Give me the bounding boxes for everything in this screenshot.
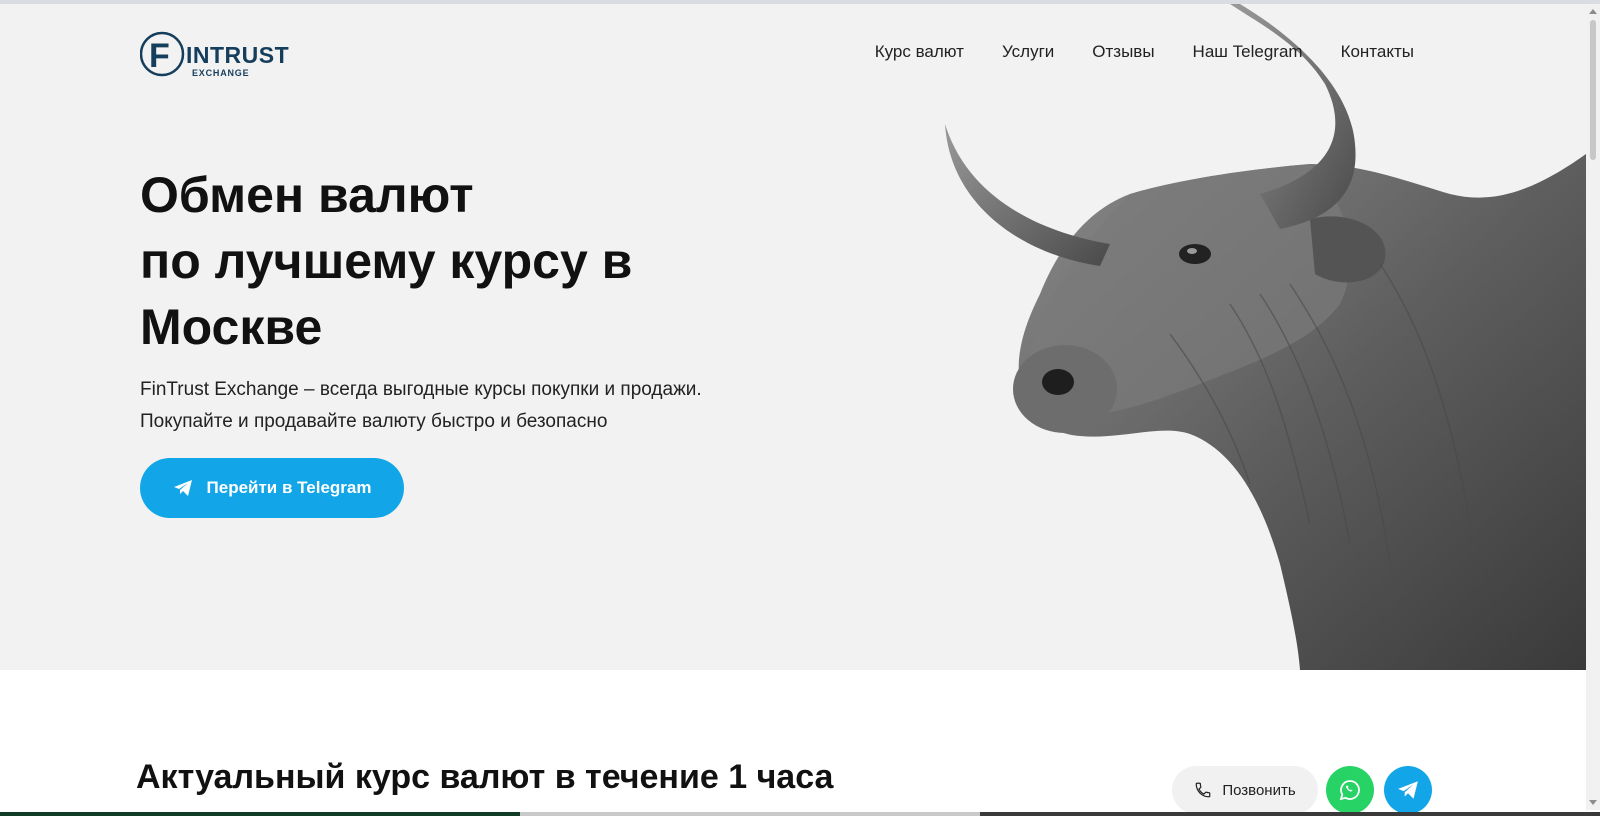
hero-title-line: по лучшему курсу в — [140, 233, 633, 289]
bull-image — [945, 4, 1586, 670]
nav-item-reviews[interactable]: Отзывы — [1092, 42, 1154, 62]
hero-title-line: Обмен валют — [140, 167, 474, 223]
call-button-label: Позвонить — [1222, 781, 1296, 799]
phone-icon — [1195, 782, 1211, 798]
telegram-icon — [1398, 781, 1418, 799]
scroll-up-arrow-icon[interactable] — [1589, 9, 1597, 14]
logo-emblem-icon: F — [140, 31, 185, 77]
taskbar-strip — [0, 812, 1600, 816]
whatsapp-button[interactable] — [1326, 766, 1374, 814]
hero-section: F INTRUST EXCHANGE Курс валют Услуги Отз… — [0, 4, 1586, 670]
hero-title-line: Москве — [140, 299, 323, 355]
telegram-cta-button[interactable]: Перейти в Telegram — [140, 458, 404, 518]
hero-description-line: Покупайте и продавайте валюту быстро и б… — [140, 411, 608, 432]
telegram-cta-label: Перейти в Telegram — [206, 478, 372, 497]
main-nav: Курс валют Услуги Отзывы Наш Telegram Ко… — [875, 42, 1414, 62]
call-button[interactable]: Позвонить — [1172, 766, 1318, 814]
rates-section-title: Актуальный курс валют в течение 1 часа — [136, 758, 834, 796]
hero-title: Обмен валют по лучшему курсу в Москве — [140, 162, 840, 360]
telegram-float-button[interactable] — [1384, 766, 1432, 814]
whatsapp-icon — [1339, 780, 1360, 801]
logo[interactable]: F INTRUST EXCHANGE — [140, 28, 300, 84]
nav-item-telegram[interactable]: Наш Telegram — [1193, 42, 1303, 62]
nav-item-rates[interactable]: Курс валют — [875, 42, 964, 62]
nav-item-services[interactable]: Услуги — [1002, 42, 1054, 62]
telegram-plane-icon — [173, 480, 192, 496]
logo-initial: F — [149, 37, 170, 75]
scrollbar-thumb[interactable] — [1590, 20, 1596, 160]
scroll-down-arrow-icon[interactable] — [1589, 800, 1597, 805]
page-scrollbar[interactable] — [1586, 4, 1600, 810]
hero-description-line: FinTrust Exchange – всегда выгодные курс… — [140, 379, 702, 400]
hero-description: FinTrust Exchange – всегда выгодные курс… — [140, 374, 840, 438]
nav-item-contacts[interactable]: Контакты — [1341, 42, 1414, 62]
logo-subtext: EXCHANGE — [192, 68, 250, 78]
logo-text: INTRUST — [186, 42, 290, 68]
